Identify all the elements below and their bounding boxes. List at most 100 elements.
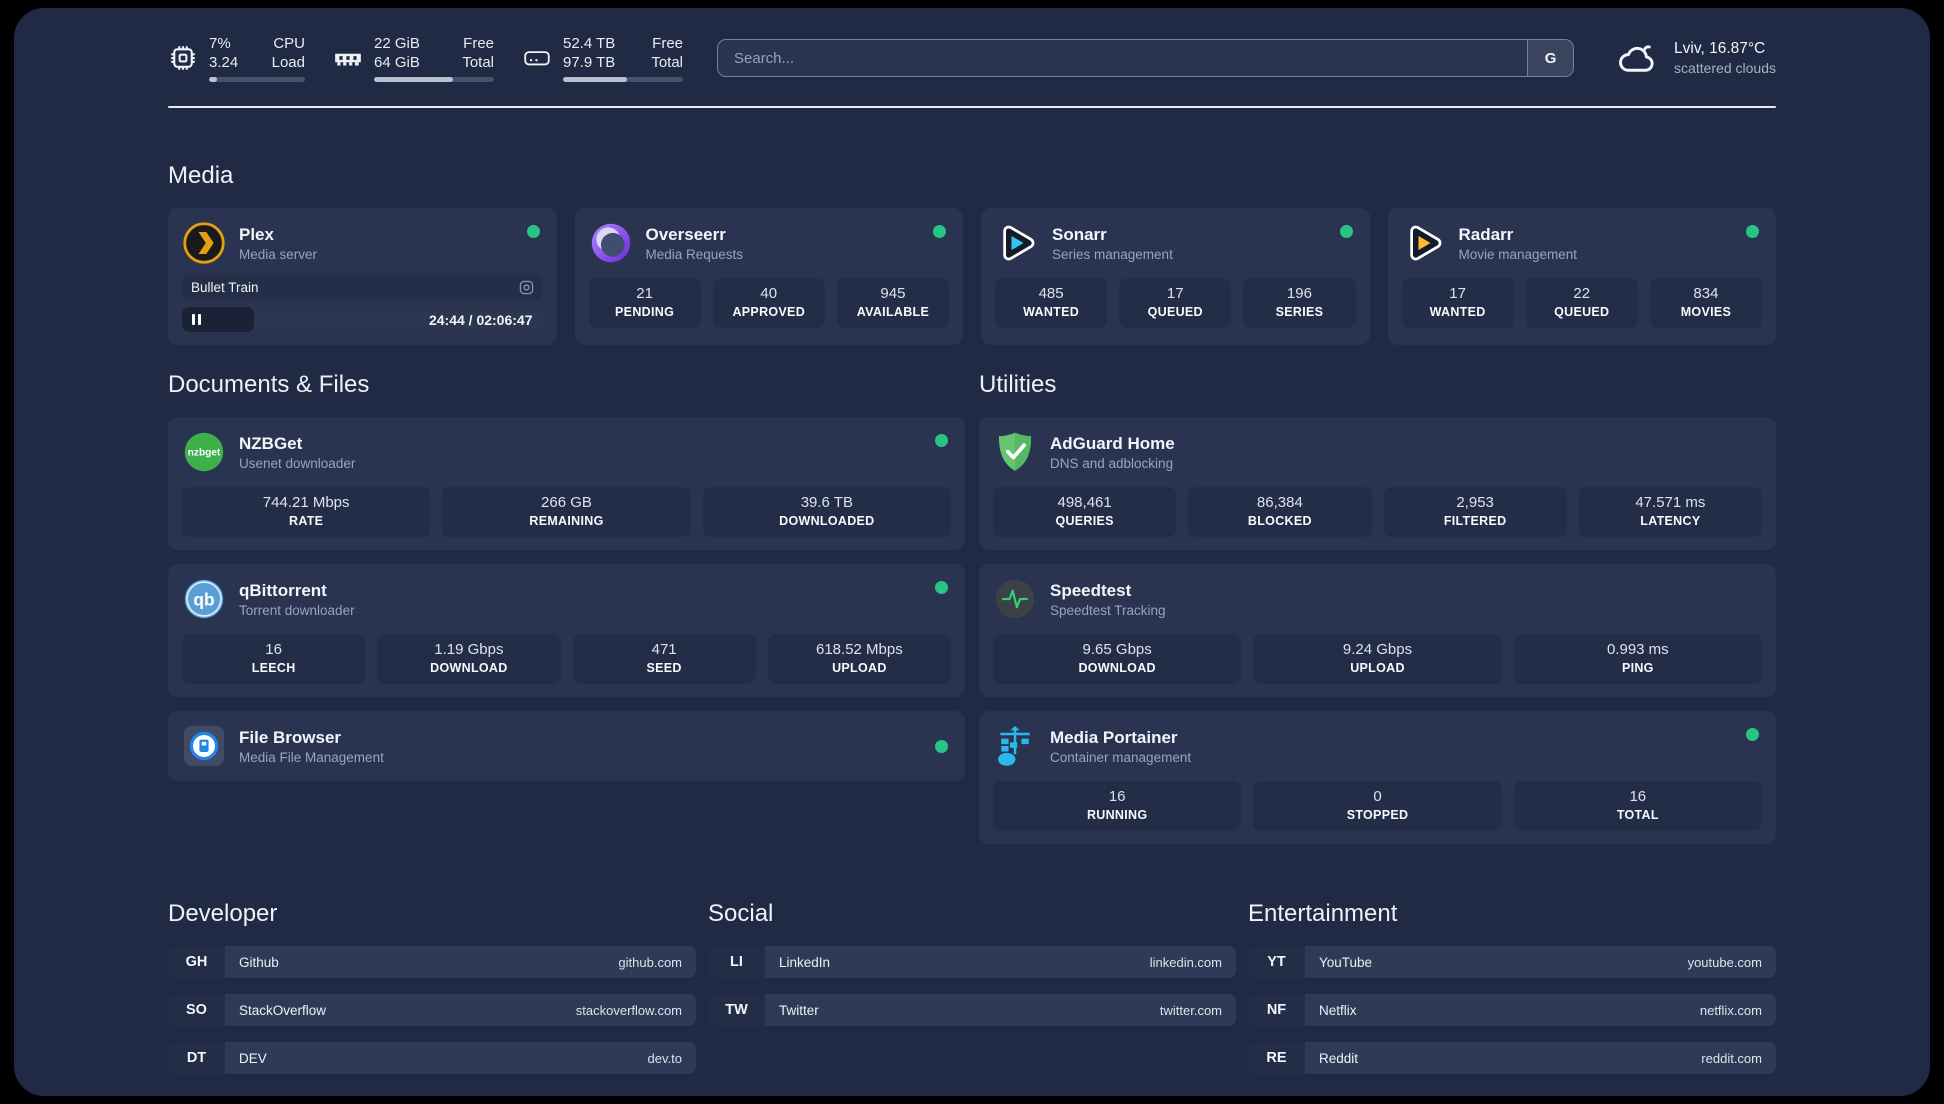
bookmark-linkedin[interactable]: LI LinkedIn linkedin.com xyxy=(708,946,1236,978)
app-subtitle: Usenet downloader xyxy=(239,455,356,471)
bookmark-name: Netflix xyxy=(1319,1002,1357,1018)
stat-remaining: 266 GB REMAINING xyxy=(442,487,691,537)
bookmark-name: Github xyxy=(239,954,279,970)
weather-widget: Lviv, 16.87°C scattered clouds xyxy=(1616,39,1776,77)
bookmark-netflix[interactable]: NF Netflix netflix.com xyxy=(1248,994,1776,1026)
app-card-filebrowser[interactable]: File Browser Media File Management xyxy=(168,711,965,781)
cpu-usage-label: CPU xyxy=(273,35,305,52)
search-engine-button[interactable]: G xyxy=(1527,40,1574,76)
cpu-load-value: 3.24 xyxy=(209,54,239,71)
stat-approved: 40 APPROVED xyxy=(712,278,825,328)
memory-progress-bar xyxy=(374,77,494,82)
status-dot xyxy=(526,225,540,238)
stat-blocked: 86,384 BLOCKED xyxy=(1188,487,1372,537)
memory-total-label: Total xyxy=(462,54,494,71)
app-card-overseerr[interactable]: Overseerr Media Requests 21 PENDING 40 A… xyxy=(574,208,963,345)
cpu-stat: 7% 3.24 CPU Load xyxy=(168,34,305,82)
app-name: Overseerr xyxy=(645,224,726,244)
stat-wanted: 17 WANTED xyxy=(1401,278,1514,328)
disk-progress-bar xyxy=(563,77,683,82)
stat-upload: 9.24 Gbps UPLOAD xyxy=(1253,634,1502,684)
status-dot xyxy=(935,434,948,447)
overseerr-icon xyxy=(591,223,630,263)
cloud-icon xyxy=(1619,45,1654,72)
bookmark-youtube[interactable]: YT YouTube youtube.com xyxy=(1248,946,1776,978)
bookmark-twitter[interactable]: TW Twitter twitter.com xyxy=(708,994,1236,1026)
app-card-radarr[interactable]: Radarr Movie management 17 WANTED 22 QUE… xyxy=(1387,208,1776,345)
plex-icon xyxy=(183,222,225,264)
bookmark-url: youtube.com xyxy=(1687,954,1762,970)
disk-total-label: Total xyxy=(651,54,683,71)
bookmark-url: stackoverflow.com xyxy=(575,1002,682,1018)
app-subtitle: Media Requests xyxy=(645,246,744,262)
memory-free-label: Free xyxy=(463,35,494,52)
app-name: Plex xyxy=(239,224,274,244)
app-card-adguard[interactable]: AdGuard Home DNS and adblocking 498,461 … xyxy=(979,417,1776,550)
cpu-usage-value: 7% xyxy=(209,35,231,52)
bookmark-url: reddit.com xyxy=(1701,1050,1762,1066)
nzbget-icon: nzbget xyxy=(184,432,224,472)
bookmark-dev[interactable]: DT DEV dev.to xyxy=(168,1042,696,1074)
app-card-qbittorrent[interactable]: qb qBittorrent Torrent downloader 16 LEE… xyxy=(168,564,965,697)
session-info-icon[interactable] xyxy=(519,280,534,295)
app-name: AdGuard Home xyxy=(1050,433,1175,453)
stat-ping: 0.993 ms PING xyxy=(1513,634,1762,684)
speedtest-icon xyxy=(995,579,1035,619)
status-dot xyxy=(1339,225,1353,238)
disk-free-label: Free xyxy=(652,35,683,52)
app-subtitle: DNS and adblocking xyxy=(1050,455,1174,471)
svg-text:nzbget: nzbget xyxy=(188,448,221,459)
bookmark-name: Reddit xyxy=(1319,1050,1359,1066)
search-bar: G xyxy=(717,39,1575,77)
app-card-nzbget[interactable]: nzbget NZBGet Usenet downloader 744.21 M… xyxy=(168,417,965,550)
portainer-icon xyxy=(998,725,1030,766)
app-card-plex[interactable]: Plex Media server Bullet Train 24:44 / 0… xyxy=(168,208,557,345)
bookmark-github[interactable]: GH Github github.com xyxy=(168,946,696,978)
disk-total-value: 97.9 TB xyxy=(563,54,616,71)
now-playing-title: Bullet Train xyxy=(191,280,259,295)
stat-latency: 47.571 ms LATENCY xyxy=(1578,487,1762,537)
app-name: Media Portainer xyxy=(1050,727,1178,747)
stat-queued: 22 QUEUED xyxy=(1525,278,1638,328)
cpu-load-label: Load xyxy=(271,54,305,71)
app-name: Sonarr xyxy=(1052,224,1107,244)
app-name: Radarr xyxy=(1458,224,1514,244)
bookmark-name: Twitter xyxy=(779,1002,819,1018)
memory-total-value: 64 GiB xyxy=(374,54,420,71)
app-subtitle: Series management xyxy=(1052,246,1173,262)
status-dot xyxy=(935,581,948,594)
app-name: NZBGet xyxy=(239,433,303,453)
pause-icon[interactable] xyxy=(192,314,201,325)
stat-seed: 471 SEED xyxy=(572,634,756,684)
stat-running: 16 RUNNING xyxy=(993,781,1242,831)
section-title-media: Media xyxy=(168,162,234,189)
bookmark-name: LinkedIn xyxy=(779,954,831,970)
disk-free-value: 52.4 TB xyxy=(563,35,616,52)
stat-leech: 16 LEECH xyxy=(182,634,366,684)
bookmark-url: twitter.com xyxy=(1159,1002,1222,1018)
app-subtitle: Container management xyxy=(1050,749,1192,765)
system-stats: 7% 3.24 CPU Load 22 GiB 64 GiB Free Tota… xyxy=(168,34,683,82)
app-card-portainer[interactable]: Media Portainer Container management 16 … xyxy=(979,711,1776,844)
bookmark-url: netflix.com xyxy=(1699,1002,1762,1018)
app-card-sonarr[interactable]: Sonarr Series management 485 WANTED 17 Q… xyxy=(981,208,1370,345)
memory-icon xyxy=(335,53,361,66)
filebrowser-icon xyxy=(183,725,225,767)
stat-queued: 17 QUEUED xyxy=(1119,278,1232,328)
section-title-documents: Documents & Files xyxy=(168,371,370,398)
qbittorrent-icon: qb xyxy=(184,579,224,619)
search-input[interactable] xyxy=(718,40,1528,76)
stat-download: 1.19 Gbps DOWNLOAD xyxy=(377,634,561,684)
bookmark-stackoverflow[interactable]: SO StackOverflow stackoverflow.com xyxy=(168,994,696,1026)
bookmark-abbr: DT xyxy=(168,1042,225,1074)
weather-condition: scattered clouds xyxy=(1674,60,1776,76)
app-card-speedtest[interactable]: Speedtest Speedtest Tracking 9.65 Gbps D… xyxy=(979,564,1776,697)
bookmark-reddit[interactable]: RE Reddit reddit.com xyxy=(1248,1042,1776,1074)
section-title-social: Social xyxy=(708,900,774,927)
status-dot xyxy=(933,225,946,238)
playback-seekbar[interactable]: 24:44 / 02:06:47 xyxy=(182,307,543,332)
bookmark-url: dev.to xyxy=(647,1050,682,1066)
stat-stopped: 0 STOPPED xyxy=(1253,781,1502,831)
header-bar: 7% 3.24 CPU Load 22 GiB 64 GiB Free Tota… xyxy=(168,34,1776,82)
stat-total: 16 TOTAL xyxy=(1513,781,1762,831)
